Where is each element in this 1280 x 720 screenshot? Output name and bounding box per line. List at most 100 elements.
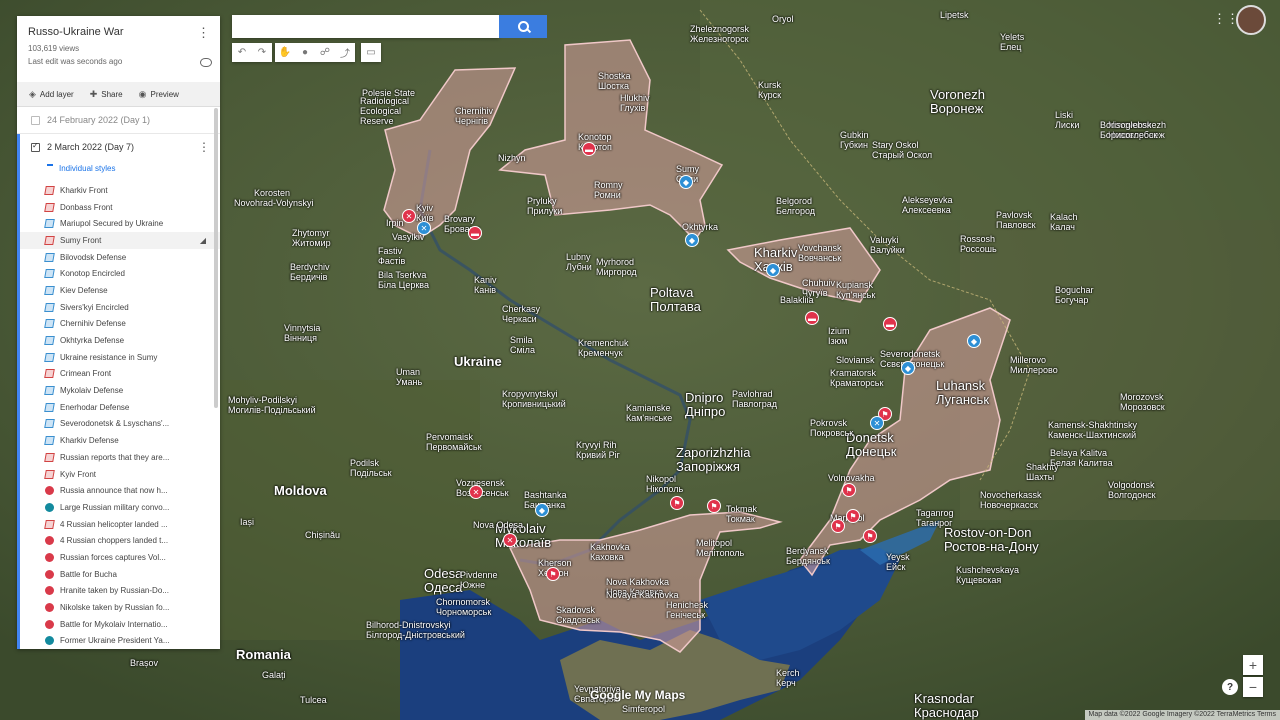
blue-map-marker[interactable]: ◆ — [535, 503, 549, 517]
list-item[interactable]: Kiev Defense — [20, 282, 220, 299]
preview-label: Preview — [150, 89, 179, 99]
feature-label: Donbass Front — [60, 202, 113, 212]
red-map-marker[interactable]: ✕ — [503, 533, 517, 547]
blue-map-marker[interactable]: ◆ — [766, 263, 780, 277]
directions-icon[interactable]: ⤴ — [335, 45, 355, 60]
add-layer-button[interactable]: ◈ Add layer — [29, 89, 74, 100]
feature-label: Konotop Encircled — [60, 269, 125, 279]
layer-day-1[interactable]: 24 February 2022 (Day 1) — [17, 107, 220, 134]
layer-checkbox[interactable] — [31, 141, 40, 152]
feature-label: Sivers'kyi Encircled — [60, 302, 129, 312]
list-item[interactable]: Large Russian military convo... — [20, 499, 220, 516]
add-layer-label: Add layer — [39, 89, 74, 99]
undo-icon[interactable]: ↶ — [232, 47, 252, 58]
red-marker-icon — [45, 619, 54, 629]
visibility-icon[interactable] — [200, 58, 212, 67]
list-item[interactable]: Crimean Front — [20, 366, 220, 383]
style-paint-icon[interactable]: ◢ — [200, 236, 206, 245]
list-item[interactable]: Donbass Front — [20, 199, 220, 216]
list-item[interactable]: Bilovodsk Defense — [20, 249, 220, 266]
list-item[interactable]: Kharkiv Front — [20, 182, 220, 199]
zoom-in-button[interactable]: + — [1243, 655, 1263, 675]
list-item[interactable]: Ukraine resistance in Sumy — [20, 349, 220, 366]
avatar[interactable] — [1236, 5, 1266, 35]
red-map-marker[interactable]: ⚑ — [842, 483, 856, 497]
share-label: Share — [101, 89, 123, 99]
last-edit-status: Last edit was seconds ago — [28, 57, 123, 66]
red-map-marker[interactable]: ⚑ — [831, 519, 845, 533]
red-map-marker[interactable]: ⚑ — [670, 496, 684, 510]
red-map-marker[interactable]: ▬ — [883, 317, 897, 331]
list-item[interactable]: Chernihiv Defense — [20, 316, 220, 333]
panel-header: Russo-Ukraine War 103,619 views Last edi… — [17, 16, 220, 82]
list-item[interactable]: Severodonetsk & Lsyschans'... — [20, 416, 220, 433]
blue-map-marker[interactable]: ◆ — [967, 334, 981, 348]
list-item[interactable]: Russia announce that now h... — [20, 482, 220, 499]
list-item[interactable]: Sumy Front ◢ — [20, 232, 220, 249]
list-item[interactable]: Nikolske taken by Russian fo... — [20, 599, 220, 616]
red-map-marker[interactable]: ▬ — [582, 142, 596, 156]
blue-polygon-icon — [44, 336, 55, 346]
preview-button[interactable]: ◉ Preview — [139, 89, 179, 100]
feature-label: Chernihiv Defense — [60, 319, 126, 329]
individual-styles-link[interactable]: Individual styles — [20, 160, 220, 176]
list-item[interactable]: Sivers'kyi Encircled — [20, 299, 220, 316]
search-input[interactable] — [232, 15, 499, 38]
list-item[interactable]: Okhtyrka Defense — [20, 332, 220, 349]
list-item[interactable]: Hranite taken by Russian-Do... — [20, 583, 220, 600]
blue-map-marker[interactable]: ◆ — [901, 361, 915, 375]
feature-label: Nikolske taken by Russian fo... — [60, 603, 170, 613]
list-item[interactable]: Former Ukraine President Ya... — [20, 633, 220, 649]
layer-header[interactable]: 2 March 2022 (Day 7) ⋮ — [20, 134, 220, 160]
list-item[interactable]: Konotop Encircled — [20, 265, 220, 282]
blue-map-marker[interactable]: ◆ — [679, 175, 693, 189]
google-my-maps-logo: Google My Maps — [590, 688, 686, 702]
red-map-marker[interactable]: ▬ — [468, 226, 482, 240]
list-item[interactable]: Kyiv Front — [20, 466, 220, 483]
redo-icon[interactable]: ↷ — [252, 47, 272, 58]
blue-map-marker[interactable]: ✕ — [870, 416, 884, 430]
red-map-marker[interactable]: ▬ — [805, 311, 819, 325]
map-title[interactable]: Russo-Ukraine War — [28, 26, 208, 38]
feature-label: Severodonetsk & Lsyschans'... — [60, 419, 170, 429]
share-button[interactable]: ✚ Share — [90, 89, 123, 100]
blue-map-marker[interactable]: ✕ — [417, 221, 431, 235]
red-map-marker[interactable]: ✕ — [469, 485, 483, 499]
feature-label: Crimean Front — [60, 369, 112, 379]
zoom-out-button[interactable]: − — [1243, 677, 1263, 697]
list-item[interactable]: Russian forces captures Vol... — [20, 549, 220, 566]
red-map-marker[interactable]: ✕ — [402, 209, 416, 223]
list-item[interactable]: Enerhodar Defense — [20, 399, 220, 416]
list-item[interactable]: Battle for Bucha — [20, 566, 220, 583]
list-item[interactable]: 4 Russian choppers landed t... — [20, 532, 220, 549]
search-button[interactable] — [499, 15, 547, 38]
list-item[interactable]: Mykolaiv Defense — [20, 382, 220, 399]
draw-line-icon[interactable]: ☍ — [315, 47, 335, 58]
list-item[interactable]: Russian reports that they are... — [20, 449, 220, 466]
red-map-marker[interactable]: ⚑ — [546, 567, 560, 581]
more-options-icon[interactable]: ⋮ — [197, 25, 210, 41]
blue-map-marker[interactable]: ◆ — [685, 233, 699, 247]
layer-checkbox[interactable] — [31, 115, 40, 125]
list-item[interactable]: Kharkiv Defense — [20, 432, 220, 449]
map-attribution[interactable]: Map data ©2022 Google Imagery ©2022 Terr… — [1084, 710, 1280, 720]
blue-polygon-icon — [44, 319, 55, 329]
list-item[interactable]: 4 Russian helicopter landed ... — [20, 516, 220, 533]
layer-options-icon[interactable]: ⋮ — [198, 140, 210, 154]
red-map-marker[interactable]: ⚑ — [863, 529, 877, 543]
list-item[interactable]: Battle for Mykolaiv Internatio... — [20, 616, 220, 633]
ruler-icon[interactable]: ▭ — [361, 47, 381, 58]
hand-icon[interactable]: ✋ — [275, 47, 295, 58]
feature-label: Russia announce that now h... — [60, 486, 168, 496]
red-map-marker[interactable]: ⚑ — [846, 509, 860, 523]
panel-scrollbar[interactable] — [214, 108, 218, 408]
list-item[interactable]: Mariupol Secured by Ukraine — [20, 215, 220, 232]
red-marker-icon — [45, 552, 54, 562]
help-icon[interactable]: ? — [1222, 679, 1238, 695]
measure-toolbar: ▭ — [361, 43, 381, 62]
red-map-marker[interactable]: ⚑ — [707, 499, 721, 513]
feature-label: Battle for Bucha — [60, 569, 117, 579]
marker-icon[interactable]: ● — [295, 47, 315, 58]
feature-label: Battle for Mykolaiv Internatio... — [60, 619, 168, 629]
search-icon — [517, 21, 531, 34]
